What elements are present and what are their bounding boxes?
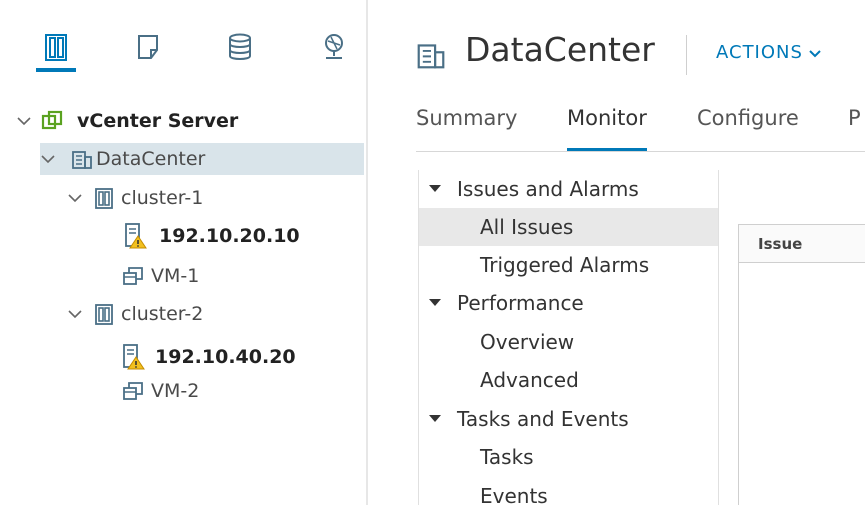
datacenter-icon [70, 147, 94, 171]
tree-node-vm-1[interactable]: VM-1 [121, 260, 199, 292]
submenu-group-label: Tasks and Events [457, 407, 629, 431]
tree-node-host-2[interactable]: 192.10.40.20 [121, 341, 296, 373]
submenu-group-performance[interactable]: Performance [429, 284, 584, 322]
host-warning-icon [121, 344, 145, 370]
tab-label: Monitor [567, 106, 647, 130]
issues-grid: Issue [738, 224, 865, 505]
monitor-submenu: Issues and Alarms All Issues Triggered A… [418, 170, 719, 505]
submenu-item-advanced[interactable]: Advanced [419, 361, 718, 399]
tab-summary[interactable]: Summary [416, 106, 517, 152]
tab-label: Summary [416, 106, 518, 130]
submenu-group-label: Issues and Alarms [457, 177, 639, 201]
vcenter-icon [40, 109, 64, 133]
vm-icon [121, 379, 145, 403]
submenu-item-triggered-alarms[interactable]: Triggered Alarms [419, 246, 718, 284]
nav-tab-vms-and-templates[interactable] [126, 32, 170, 72]
actions-menu-button[interactable]: ACTIONS [716, 42, 821, 63]
panel-divider[interactable] [366, 0, 368, 505]
tree-node-host-1[interactable]: 192.10.20.10 [123, 220, 300, 252]
caret-down-icon [429, 185, 441, 193]
host-warning-icon [123, 223, 147, 249]
tab-monitor[interactable]: Monitor [567, 106, 647, 152]
nav-tab-networking[interactable] [312, 32, 356, 72]
cluster-icon [92, 186, 116, 210]
caret-down-icon [429, 415, 441, 423]
tree-node-label: vCenter Server [77, 110, 239, 132]
submenu-group-label: Performance [457, 291, 584, 315]
submenu-group-tasks-and-events[interactable]: Tasks and Events [429, 400, 629, 438]
caret-down-icon [429, 299, 441, 307]
tree-node-label: cluster-1 [121, 187, 204, 209]
submenu-item-tasks[interactable]: Tasks [419, 438, 718, 476]
vm-icon [121, 264, 145, 288]
actions-label: ACTIONS [716, 42, 803, 63]
tree-node-datacenter[interactable]: DataCenter [40, 143, 364, 175]
tree-node-cluster-1[interactable]: cluster-1 [67, 182, 203, 214]
header-divider [686, 35, 687, 75]
networking-icon [325, 34, 343, 59]
tab-bar-rule [416, 151, 865, 152]
nav-tab-storage[interactable] [218, 32, 262, 72]
column-header-issue[interactable]: Issue [739, 225, 865, 263]
tree-node-label: VM-2 [151, 380, 200, 402]
cluster-icon [92, 302, 116, 326]
navigator-panel: vCenter Server DataCenter cluster-1 192.… [0, 0, 366, 505]
tree-node-label: 192.10.20.10 [159, 225, 300, 247]
tree-node-cluster-2[interactable]: cluster-2 [67, 298, 203, 330]
storage-icon [229, 33, 251, 60]
tree-node-label: cluster-2 [121, 303, 204, 325]
tab-label: Configure [697, 106, 799, 130]
chevron-down-icon[interactable] [16, 113, 32, 129]
submenu-item-all-issues[interactable]: All Issues [419, 208, 718, 246]
submenu-group-issues-and-alarms[interactable]: Issues and Alarms [429, 170, 639, 208]
page-title: DataCenter [465, 30, 655, 69]
vms-and-templates-icon [138, 35, 158, 59]
tree-node-label: VM-1 [151, 265, 200, 287]
chevron-down-icon [809, 42, 821, 63]
submenu-item-overview[interactable]: Overview [419, 323, 718, 361]
submenu-item-events[interactable]: Events [419, 477, 718, 505]
nav-tab-hosts-and-clusters[interactable] [34, 32, 78, 72]
active-tab-underline [36, 68, 76, 72]
chevron-down-icon[interactable] [40, 151, 56, 167]
datacenter-icon [416, 40, 446, 74]
tree-node-vm-2[interactable]: VM-2 [121, 375, 199, 407]
tree-node-label: 192.10.40.20 [155, 346, 296, 368]
tab-configure[interactable]: Configure [697, 106, 799, 152]
tab-permissions[interactable]: P [848, 106, 861, 152]
tab-label: P [848, 106, 861, 130]
hosts-and-clusters-icon [45, 34, 67, 61]
chevron-down-icon[interactable] [67, 306, 83, 322]
tree-node-label: DataCenter [96, 148, 206, 170]
tree-node-vcenter-server[interactable]: vCenter Server [16, 105, 238, 137]
chevron-down-icon[interactable] [67, 190, 83, 206]
